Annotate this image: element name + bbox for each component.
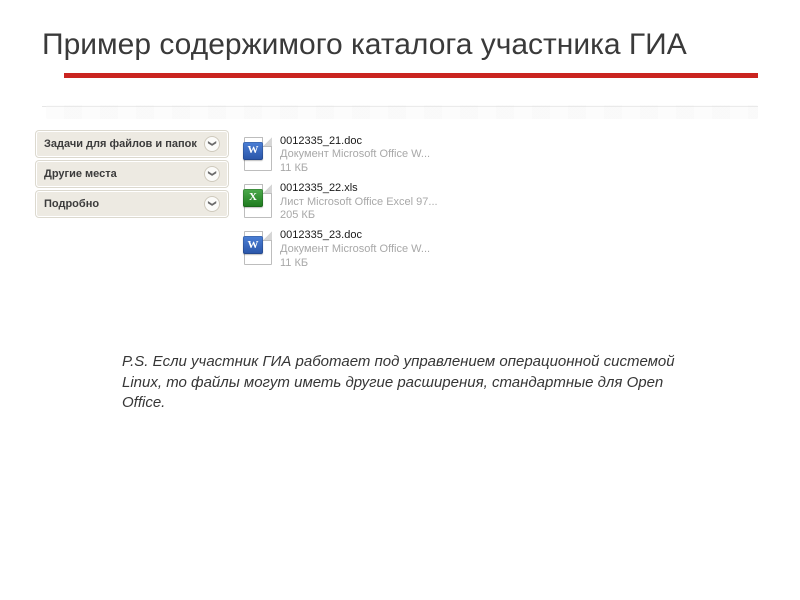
page-title: Пример содержимого каталога участника ГИ… bbox=[42, 28, 758, 63]
explorer-side-panel: Задачи для файлов и папок ❯ Другие места… bbox=[32, 125, 234, 283]
footnote-text: P.S. Если участник ГИА работает под упра… bbox=[122, 352, 698, 413]
other-places-label: Другие места bbox=[44, 168, 117, 180]
tasks-panel-label: Задачи для файлов и папок bbox=[44, 138, 197, 150]
details-panel[interactable]: Подробно ❯ bbox=[36, 191, 228, 217]
word-doc-icon: W bbox=[242, 135, 276, 173]
file-type: Документ Microsoft Office W... bbox=[280, 148, 430, 162]
details-panel-label: Подробно bbox=[44, 198, 99, 210]
file-name: 0012335_23.doc bbox=[280, 229, 430, 243]
word-doc-icon: W bbox=[242, 229, 276, 267]
address-bar-blur bbox=[46, 105, 758, 119]
file-size: 11 КБ bbox=[280, 257, 430, 271]
file-size: 11 КБ bbox=[280, 162, 430, 176]
file-name: 0012335_21.doc bbox=[280, 135, 430, 149]
explorer-window: Задачи для файлов и папок ❯ Другие места… bbox=[42, 106, 758, 283]
file-list: W 0012335_21.doc Документ Microsoft Offi… bbox=[234, 125, 758, 283]
file-type: Лист Microsoft Office Excel 97... bbox=[280, 196, 438, 210]
chevron-down-icon[interactable]: ❯ bbox=[204, 136, 220, 152]
title-underline bbox=[64, 73, 758, 78]
tasks-panel[interactable]: Задачи для файлов и папок ❯ bbox=[36, 131, 228, 157]
file-item[interactable]: W 0012335_23.doc Документ Microsoft Offi… bbox=[238, 227, 498, 272]
file-item[interactable]: X 0012335_22.xls Лист Microsoft Office E… bbox=[238, 180, 498, 225]
excel-sheet-icon: X bbox=[242, 182, 276, 220]
chevron-down-icon[interactable]: ❯ bbox=[204, 196, 220, 212]
other-places-panel[interactable]: Другие места ❯ bbox=[36, 161, 228, 187]
file-size: 205 КБ bbox=[280, 209, 438, 223]
file-type: Документ Microsoft Office W... bbox=[280, 243, 430, 257]
chevron-down-icon[interactable]: ❯ bbox=[204, 166, 220, 182]
file-name: 0012335_22.xls bbox=[280, 182, 438, 196]
file-item[interactable]: W 0012335_21.doc Документ Microsoft Offi… bbox=[238, 133, 498, 178]
